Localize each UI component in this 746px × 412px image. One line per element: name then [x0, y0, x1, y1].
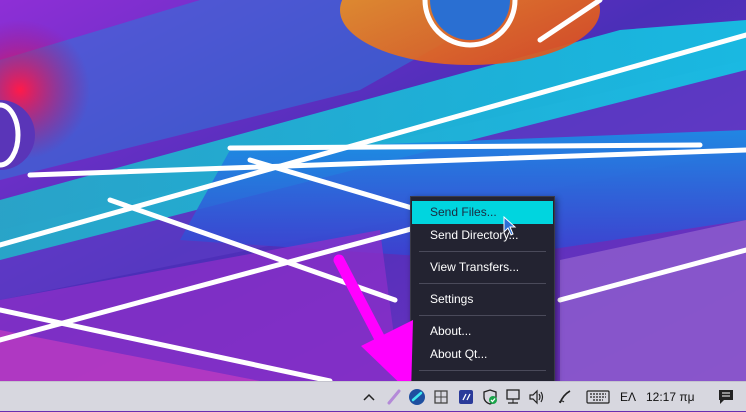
app-tray-icon[interactable]: [456, 382, 476, 412]
menu-item-about-qt[interactable]: About Qt...: [412, 343, 553, 366]
snipping-icon[interactable]: [430, 382, 452, 412]
mouse-cursor-icon: [503, 215, 517, 241]
pen-tray-icon[interactable]: [384, 382, 404, 412]
security-shield-icon[interactable]: [480, 382, 500, 412]
notification-icon[interactable]: [714, 382, 738, 412]
network-icon[interactable]: [502, 382, 524, 412]
menu-separator: [419, 251, 546, 252]
taskbar: ΕΛ 12:17 πμ: [0, 381, 746, 411]
keyboard-icon[interactable]: [584, 382, 612, 412]
menu-item-send-files[interactable]: Send Files...: [412, 201, 553, 224]
menu-separator: [419, 315, 546, 316]
menu-item-settings[interactable]: Settings: [412, 288, 553, 311]
language-indicator[interactable]: ΕΛ: [620, 382, 636, 412]
tray-context-menu: Send Files... Send Directory... View Tra…: [410, 196, 555, 394]
menu-separator: [419, 283, 546, 284]
nitroshare-icon[interactable]: [406, 382, 428, 412]
menu-item-view-transfers[interactable]: View Transfers...: [412, 256, 553, 279]
menu-item-about[interactable]: About...: [412, 320, 553, 343]
menu-item-send-directory[interactable]: Send Directory...: [412, 224, 553, 247]
pen-workspace-icon[interactable]: [554, 382, 576, 412]
menu-separator: [419, 370, 546, 371]
chevron-up-icon[interactable]: [360, 382, 378, 412]
volume-icon[interactable]: [526, 382, 548, 412]
clock[interactable]: 12:17 πμ: [646, 382, 695, 412]
